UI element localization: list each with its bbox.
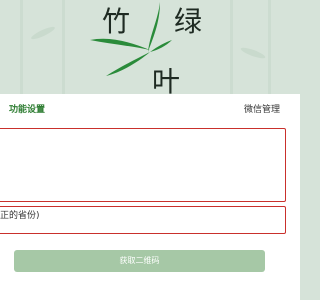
main-panel: 功能设置 微信管理 正的省份) 获取二维码 xyxy=(0,94,300,300)
tab-function-settings[interactable]: 功能设置 xyxy=(9,102,45,115)
province-field[interactable] xyxy=(0,206,286,234)
background-bamboo-stalk xyxy=(20,0,23,100)
background-bamboo-leaf xyxy=(29,24,57,42)
background-bamboo-stalk xyxy=(268,0,271,100)
background-bamboo-stalk xyxy=(230,0,233,100)
logo-char-lv: 绿 xyxy=(174,5,203,38)
get-qrcode-button[interactable]: 获取二维码 xyxy=(14,250,265,272)
background-bamboo-stalk xyxy=(62,0,65,100)
logo-char-ye: 叶 xyxy=(152,65,181,98)
tab-wechat-management[interactable]: 微信管理 xyxy=(244,102,280,115)
logo-char-zhu: 竹 xyxy=(102,5,131,38)
highlighted-content-box xyxy=(0,128,286,202)
background-bamboo-leaf xyxy=(239,45,267,61)
logo: 竹 绿 叶 xyxy=(88,0,202,98)
